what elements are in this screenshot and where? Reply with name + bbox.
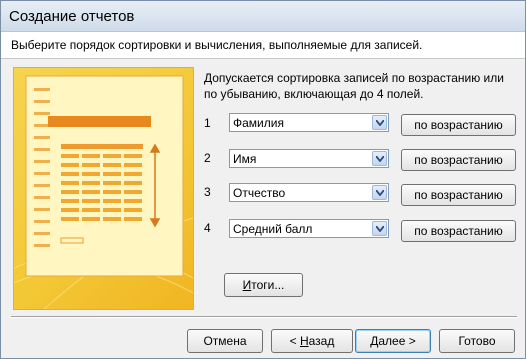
report-wizard-window: Создание отчетов Выберите порядок сортир… [0, 0, 526, 359]
combo-value: Средний балл [233, 222, 313, 236]
cancel-button[interactable]: Отмена [187, 329, 263, 353]
sort-field-combo-4[interactable]: Средний балл [229, 219, 389, 238]
combo-value: Фамилия [233, 116, 284, 130]
report-preview-illustration [13, 67, 194, 310]
sort-order-button-1[interactable]: по возрастанию [401, 114, 516, 136]
back-button[interactable]: < Назад [271, 329, 353, 353]
header-instruction: Выберите порядок сортировки и вычисления… [11, 38, 423, 52]
sort-row-number: 3 [204, 185, 211, 199]
sort-row-number: 1 [204, 116, 211, 130]
finish-button[interactable]: Готово [439, 329, 515, 353]
title-bar: Создание отчетов [1, 1, 525, 32]
dropdown-arrow-icon[interactable] [372, 151, 387, 166]
sort-row-number: 4 [204, 221, 211, 235]
totals-button[interactable]: Итоги... [224, 273, 303, 297]
sort-description: Допускается сортировка записей по возрас… [204, 71, 504, 101]
combo-value: Имя [233, 152, 257, 166]
report-layout-illustration [14, 75, 193, 309]
sort-field-combo-3[interactable]: Отчество [229, 183, 389, 202]
totals-mnemonic: И [242, 278, 252, 292]
totals-label-rest: тоги... [251, 278, 285, 292]
dropdown-arrow-icon[interactable] [372, 185, 387, 200]
window-title: Создание отчетов [9, 8, 135, 25]
sort-row-number: 2 [204, 151, 211, 165]
combo-value: Отчество [233, 186, 286, 200]
sort-order-button-4[interactable]: по возрастанию [401, 220, 516, 242]
back-prefix: < [289, 334, 300, 348]
dropdown-arrow-icon[interactable] [372, 221, 387, 236]
header-band: Выберите порядок сортировки и вычисления… [1, 32, 525, 59]
dropdown-arrow-icon[interactable] [372, 115, 387, 130]
sort-order-button-3[interactable]: по возрастанию [401, 184, 516, 206]
next-label-rest: алее > [378, 334, 416, 348]
sort-field-combo-2[interactable]: Имя [229, 149, 389, 168]
next-button[interactable]: Далее > [355, 329, 431, 353]
sort-field-combo-1[interactable]: Фамилия [229, 113, 389, 132]
footer-separator [11, 316, 517, 318]
sort-order-button-2[interactable]: по возрастанию [401, 149, 516, 171]
back-label-rest: азад [308, 334, 335, 348]
back-mnemonic: Н [299, 334, 309, 348]
title-bar-shape [48, 116, 151, 127]
